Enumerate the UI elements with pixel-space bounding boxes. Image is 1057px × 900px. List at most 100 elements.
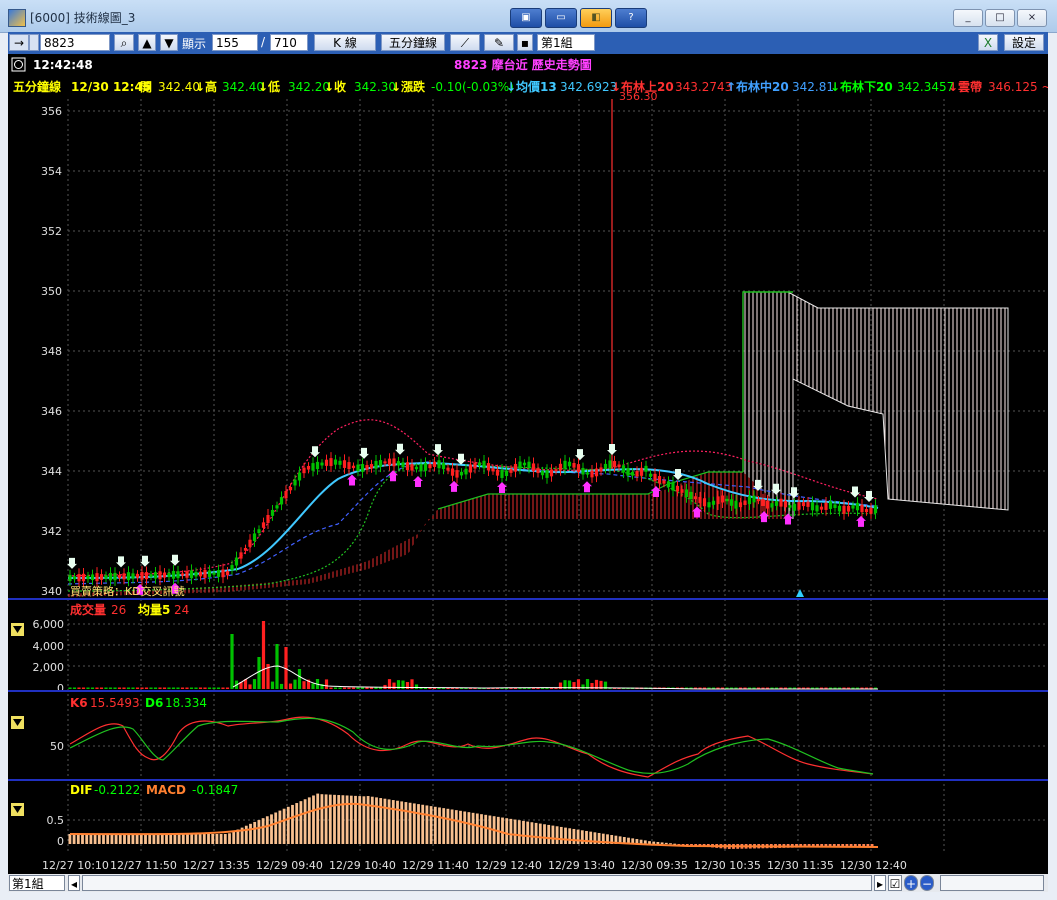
candle-body [225,571,230,576]
macd-bar [375,797,378,844]
cloud-band [68,291,1009,597]
volume-bar [293,679,297,689]
volume-bar [176,687,180,689]
symbol-input[interactable]: 8823 [40,34,110,51]
peak-label: 356.30 [619,90,658,103]
macd-tick-05: 0.5 [47,814,65,827]
candle-body [698,496,702,504]
macd-bar [442,808,446,844]
volume-bar [356,687,360,689]
volume-bar [189,687,194,689]
macd-bar [328,794,332,844]
macd-bar [459,810,462,844]
macd-bar [467,812,471,844]
macd-bar [530,822,534,844]
layout-icon[interactable]: ▣ [510,8,542,28]
candle-body [68,574,72,581]
grid-icon[interactable] [29,34,39,51]
candle-body [648,473,653,477]
close-button[interactable]: × [1017,9,1047,27]
macd-bar [219,834,223,844]
chart-type-dropdown[interactable]: K 線 [314,34,376,51]
macd-bar [303,799,307,844]
candle-body [360,464,365,472]
macd-bar [106,834,110,844]
macd-bar [85,834,89,844]
settings-button[interactable]: 設定 [1004,34,1044,51]
candle-body [720,495,725,503]
macd-bar [425,805,429,844]
sell-signal-arrow [864,491,874,503]
candle-body [774,501,779,506]
save-icon[interactable]: ▪ [517,34,533,51]
bottom-bar: 第1組 ◂ ▸ ☑ + − [8,874,1048,892]
candle-body [338,460,342,465]
group-select[interactable]: 第1組 [9,875,65,891]
candle-body [261,522,266,528]
excel-icon[interactable]: X [978,34,998,51]
search-icon[interactable]: ⌕ [114,34,134,51]
candle-body [662,480,666,484]
chevron-up-icon[interactable]: ▲ [138,34,156,51]
scroll-left-icon[interactable]: ◂ [68,875,80,891]
dropdown-arrow-icon[interactable] [11,716,24,729]
scroll-right-icon[interactable]: ▸ [874,875,886,891]
candle-body [815,505,819,512]
candle-body [185,571,189,578]
candle-body [473,462,477,469]
group-dropdown[interactable]: 第1組 [537,34,595,51]
candle-body [284,490,288,499]
candle-body [311,463,315,471]
candle-body [468,464,473,473]
candle-body [270,509,275,516]
x-tick-6: 12/29 12:40 [475,859,542,872]
draw-line-icon[interactable]: ⟋ [450,34,480,51]
volume-ma-line [232,665,878,690]
time-readout: 12:42:48 [33,58,93,72]
display-count-input[interactable]: 155 [212,34,258,51]
volume-bar [221,687,225,689]
eraser-icon[interactable]: ✎ [484,34,514,51]
zoom-in-icon[interactable]: + [904,875,918,891]
dropdown-arrow-icon[interactable] [11,623,24,636]
candle-body [788,505,792,508]
volume-bar [90,687,95,689]
candle-body [540,470,545,476]
macd-bar [76,834,80,844]
candle-body [671,482,675,491]
macd-bar [307,797,311,844]
candle-body [455,470,459,478]
checkbox-icon[interactable]: ☑ [888,875,902,891]
macd-bar [547,824,551,844]
maximize-button[interactable]: □ [985,9,1015,27]
bb-mid-value: 342.81 [792,80,834,94]
candle-body [347,462,351,470]
zoom-slider[interactable] [940,875,1044,891]
link-arrow-icon[interactable]: → [9,34,29,51]
candle-body [257,529,261,534]
minimize-button[interactable]: _ [953,9,983,27]
volume-bar [68,687,72,689]
horizontal-scrollbar[interactable] [82,875,872,891]
period-dropdown[interactable]: 五分鐘線 [381,34,445,51]
chart-area[interactable]: 12:42:48 8823 摩台近 歷史走勢圖 五分鐘線 12/30 12:45… [8,54,1048,874]
zoom-out-icon[interactable]: − [920,875,934,891]
candle-body [342,460,347,468]
dropdown-arrow-icon[interactable] [11,803,24,816]
candle-body [405,462,410,471]
macd-bar [110,834,114,844]
buy-signal-arrow [497,481,507,493]
macd-bar [118,834,122,844]
macd-bar [198,834,202,844]
panel-icon[interactable]: ▭ [545,8,577,28]
candle-body [527,461,531,469]
help-icon[interactable]: ? [615,8,647,28]
pin-icon[interactable]: ◧ [580,8,612,28]
candle-body [702,498,707,507]
candle-body [842,505,846,514]
macd-bar [282,808,286,844]
chevron-down-icon[interactable]: ▼ [160,34,178,51]
macd-bar [190,834,194,844]
macd-bar [383,798,387,844]
macd-bar [223,834,227,844]
